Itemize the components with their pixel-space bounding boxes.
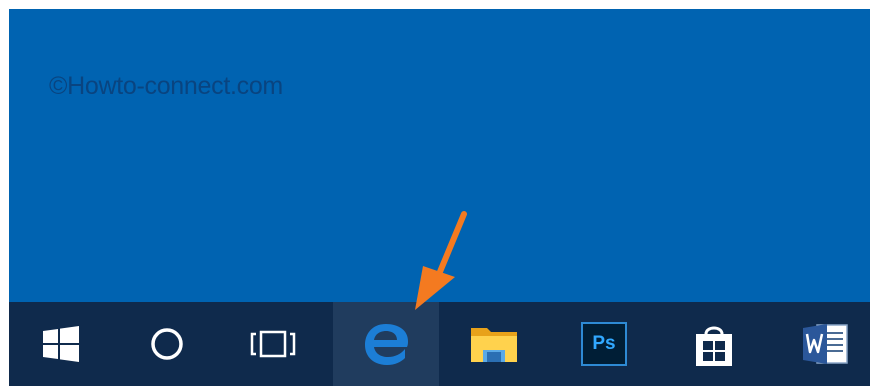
desktop-background: ©Howto-connect.com xyxy=(9,9,870,302)
folder-icon xyxy=(471,328,517,362)
taskbar: Ps xyxy=(9,302,870,386)
word-icon xyxy=(802,324,848,364)
store-button[interactable] xyxy=(669,302,759,386)
store-bag-icon xyxy=(696,326,732,366)
windows-logo-icon xyxy=(43,326,79,362)
edge-taskbar-button[interactable] xyxy=(333,302,439,386)
photoshop-button[interactable]: Ps xyxy=(559,302,649,386)
photoshop-icon: Ps xyxy=(581,322,627,366)
file-explorer-button[interactable] xyxy=(449,302,539,386)
photoshop-label: Ps xyxy=(592,333,616,354)
screen: ©Howto-connect.com Ps xyxy=(9,9,870,386)
cortana-button[interactable] xyxy=(125,302,209,386)
start-button[interactable] xyxy=(19,302,103,386)
cortana-circle-icon xyxy=(151,328,183,360)
task-view-icon xyxy=(250,330,296,358)
word-button[interactable] xyxy=(779,302,870,386)
edge-icon xyxy=(365,324,408,365)
watermark: ©Howto-connect.com xyxy=(49,72,283,100)
task-view-button[interactable] xyxy=(231,302,315,386)
